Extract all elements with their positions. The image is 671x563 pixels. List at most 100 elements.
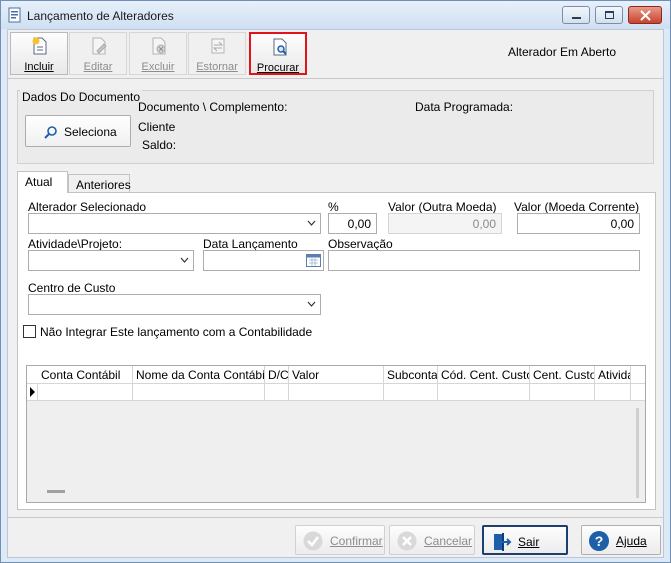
cell-nome-conta[interactable] — [133, 384, 265, 401]
nao-integrar-checkbox[interactable] — [23, 325, 36, 338]
percent-value: 0,00 — [347, 217, 371, 231]
cell-cod-cent-custo[interactable] — [438, 384, 530, 401]
data-programada-label: Data Programada: — [415, 100, 514, 114]
percent-label: % — [328, 200, 339, 214]
cell-conta-contabil[interactable] — [38, 384, 133, 401]
valor-outra-moeda-value: 0,00 — [472, 217, 496, 231]
col-conta-contabil[interactable]: Conta Contábil — [38, 366, 133, 384]
chevron-down-icon — [307, 220, 316, 226]
cell-valor[interactable] — [289, 384, 384, 401]
observacao-input[interactable] — [328, 250, 640, 271]
cell-cent-custo[interactable] — [530, 384, 595, 401]
alterador-label: Alterador Selecionado — [28, 200, 147, 214]
procurar-button[interactable]: Procurar — [249, 32, 307, 75]
delete-document-icon — [152, 37, 166, 55]
ajuda-button[interactable]: ? Ajuda — [581, 525, 661, 555]
cancelar-button[interactable]: Cancelar — [389, 525, 475, 555]
valor-moeda-corrente-input[interactable]: 0,00 — [517, 213, 640, 234]
svg-text:?: ? — [595, 533, 604, 549]
atividade-label: Atividade\Projeto: — [28, 237, 123, 251]
excluir-button[interactable]: Excluir — [129, 32, 187, 75]
check-circle-icon — [303, 531, 323, 551]
valor-moeda-corrente-label: Valor (Moeda Corrente) — [514, 200, 640, 214]
edit-document-icon — [92, 37, 107, 55]
alterador-select[interactable] — [28, 213, 321, 234]
estornar-button[interactable]: Estornar — [188, 32, 246, 75]
footer-divider — [8, 517, 663, 518]
valor-outra-moeda-label: Valor (Outra Moeda) — [388, 200, 497, 214]
cell-dc[interactable] — [265, 384, 289, 401]
grid-horizontal-scroll-thumb[interactable] — [47, 490, 65, 493]
col-subconta[interactable]: Subconta — [384, 366, 438, 384]
data-lancamento-label: Data Lançamento — [203, 237, 298, 251]
help-icon: ? — [589, 531, 609, 551]
table-row[interactable] — [27, 384, 645, 401]
col-cent-custo[interactable]: Cent. Custo — [530, 366, 595, 384]
seleciona-label: Seleciona — [64, 125, 117, 139]
grid-vertical-scrollbar[interactable] — [631, 402, 645, 502]
ajuda-label: Ajuda — [616, 534, 647, 548]
tab-anteriores[interactable]: Anteriores — [68, 174, 131, 192]
chevron-down-icon — [180, 257, 189, 263]
nao-integrar-label: Não Integrar Este lançamento com a Conta… — [40, 325, 313, 339]
cliente-label: Cliente — [138, 120, 176, 134]
cell-subconta[interactable] — [384, 384, 438, 401]
incluir-label: Incluir — [24, 61, 54, 73]
seleciona-button[interactable]: Seleciona — [25, 115, 131, 147]
form-body: Incluir Editar Excluir Estornar Procurar… — [7, 29, 664, 558]
close-icon — [640, 10, 651, 21]
main-window: Lançamento de Alteradores Incluir Editar… — [0, 0, 671, 563]
col-dc[interactable]: D/C — [265, 366, 289, 384]
centro-custo-select[interactable] — [28, 294, 321, 315]
minimize-icon — [572, 17, 581, 19]
magnifier-icon — [44, 126, 57, 139]
editar-button[interactable]: Editar — [69, 32, 127, 75]
procurar-label: Procurar — [256, 62, 300, 74]
excluir-label: Excluir — [141, 61, 175, 73]
search-document-icon — [273, 38, 287, 56]
tab-anteriores-label: Anteriores — [76, 178, 131, 192]
valor-outra-moeda-input[interactable]: 0,00 — [388, 213, 502, 234]
exit-door-icon — [494, 533, 512, 551]
title-bar[interactable]: Lançamento de Alteradores — [1, 1, 670, 29]
confirmar-label: Confirmar — [330, 534, 383, 548]
col-nome-conta[interactable]: Nome da Conta Contábil — [133, 366, 265, 384]
contabil-grid[interactable]: Conta Contábil Nome da Conta Contábil D/… — [26, 365, 646, 503]
sair-button[interactable]: Sair — [482, 525, 568, 555]
documento-label: Documento \ Complemento: — [138, 100, 288, 114]
atividade-select[interactable] — [28, 250, 194, 271]
maximize-icon — [605, 11, 614, 19]
centro-custo-label: Centro de Custo — [28, 281, 116, 295]
cancelar-label: Cancelar — [424, 534, 473, 548]
calendar-icon[interactable] — [306, 254, 321, 267]
grid-header: Conta Contábil Nome da Conta Contábil D/… — [27, 366, 645, 384]
chevron-down-icon — [307, 301, 316, 307]
tab-atual[interactable]: Atual — [17, 171, 68, 193]
dados-documento-title: Dados Do Documento — [20, 90, 143, 104]
tab-atual-label: Atual — [25, 175, 53, 189]
data-lancamento-input[interactable] — [203, 250, 324, 271]
col-atividade[interactable]: Atividade — [595, 366, 631, 384]
cell-atividade[interactable] — [595, 384, 631, 401]
maximize-button[interactable] — [595, 6, 623, 24]
cancel-circle-icon — [397, 531, 417, 551]
sair-label: Sair — [518, 535, 540, 549]
reverse-icon — [211, 38, 225, 54]
scroll-thumb[interactable] — [636, 408, 639, 498]
window-title: Lançamento de Alteradores — [27, 9, 174, 23]
status-text: Alterador Em Aberto — [508, 45, 617, 59]
confirmar-button[interactable]: Confirmar — [295, 525, 385, 555]
col-cod-cent-custo[interactable]: Cód. Cent. Custo — [438, 366, 530, 384]
estornar-label: Estornar — [196, 61, 238, 73]
close-button[interactable] — [628, 6, 662, 24]
new-document-icon — [32, 37, 47, 55]
percent-input[interactable]: 0,00 — [328, 213, 377, 234]
saldo-label: Saldo: — [142, 138, 177, 152]
toolbar-divider — [8, 78, 663, 79]
incluir-button[interactable]: Incluir — [10, 32, 68, 75]
editar-label: Editar — [83, 61, 113, 73]
minimize-button[interactable] — [562, 6, 590, 24]
valor-moeda-corrente-value: 0,00 — [610, 217, 634, 231]
row-indicator — [27, 384, 38, 401]
col-valor[interactable]: Valor — [289, 366, 384, 384]
